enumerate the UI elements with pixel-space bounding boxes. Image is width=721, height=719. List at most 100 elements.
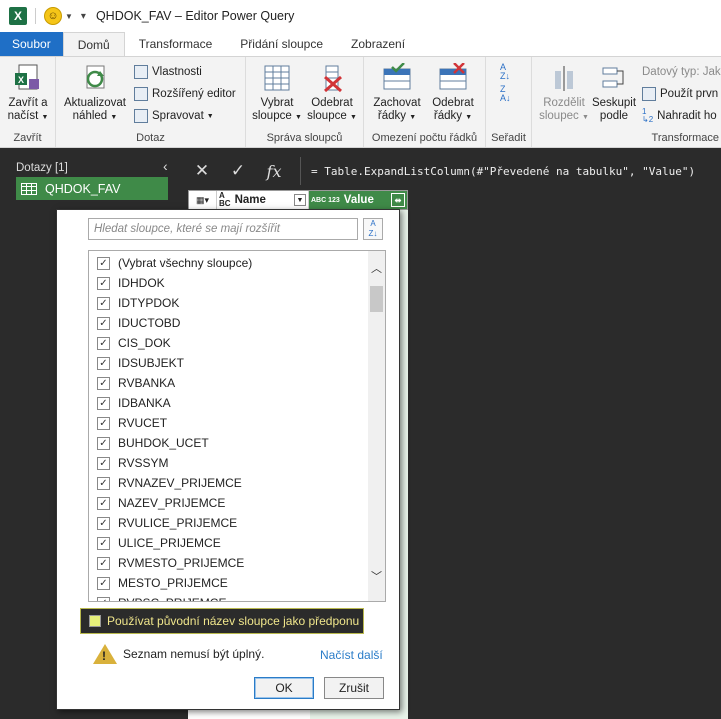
column-checkbox[interactable]: ✓ (97, 476, 110, 490)
replace-values-button[interactable]: 1 ↳2 Nahradit ho (642, 107, 717, 125)
column-checkbox[interactable]: ✓ (97, 276, 110, 290)
manage-button[interactable]: Spravovat ▼ (134, 107, 214, 125)
use-prefix-option[interactable]: Používat původní název sloupce jako před… (80, 608, 364, 634)
table-icon (21, 182, 37, 195)
title-bar: X ☺ ▼ ▾ QHDOK_FAV – Editor Power Query (0, 0, 721, 32)
close-and-load-line1: Zavřít a (8, 97, 48, 109)
tab-add-column[interactable]: Přidání sloupce (226, 32, 337, 56)
use-prefix-checkbox[interactable] (89, 615, 101, 627)
column-checkbox[interactable]: ✓ (97, 516, 110, 530)
keep-rows-button[interactable]: Zachovat řádky ▼ (370, 62, 424, 124)
collapse-pane-icon[interactable]: ‹ (163, 158, 168, 174)
refresh-preview-button[interactable]: Aktualizovat náhled ▼ (62, 63, 128, 124)
column-checkbox[interactable]: ✓ (97, 496, 110, 510)
expand-column-icon[interactable]: ⇹ (391, 193, 405, 207)
column-checkbox[interactable]: ✓ (97, 536, 110, 550)
table-menu-icon[interactable]: ▦▾ (189, 191, 217, 209)
column-list-item[interactable]: ✓ RVMESTO_PRIJEMCE (97, 553, 244, 573)
column-checkbox[interactable]: ✓ (97, 396, 110, 410)
column-checkbox[interactable]: ✓ (97, 356, 110, 370)
sort-descending-icon[interactable]: Z A↓ (500, 85, 511, 103)
close-and-load-dropdown-icon: ▼ (41, 114, 49, 121)
cancel-formula-icon[interactable]: ✕ (184, 161, 220, 181)
scroll-thumb[interactable] (370, 286, 383, 312)
column-list-item-label: (Vybrat všechny sloupce) (118, 256, 253, 270)
close-and-load-button[interactable]: X Zavřít a načíst ▼ (4, 63, 52, 124)
column-header-value[interactable]: ABC 123 Value ⇹ (309, 191, 407, 209)
column-list-item[interactable]: ✓ RVPSC_PRIJEMCE (97, 593, 226, 601)
grid-header: ▦▾ A BC Name ▼ ABC 123 Value ⇹ (188, 190, 408, 210)
list-scrollbar[interactable]: ︿ ﹀ (368, 251, 385, 601)
column-list-item[interactable]: ✓ ULICE_PRIJEMCE (97, 533, 221, 553)
feedback-smiley-icon[interactable]: ☺ (44, 7, 62, 25)
column-list-item[interactable]: ✓ RVBANKA (97, 373, 175, 393)
scroll-up-icon[interactable]: ︿ (368, 261, 385, 278)
sort-az-icon[interactable]: A Z↓ (363, 218, 383, 240)
column-checkbox[interactable]: ✓ (97, 416, 110, 430)
column-list-item[interactable]: ✓ RVNAZEV_PRIJEMCE (97, 473, 242, 493)
data-type-dropdown[interactable]: Datový typ: Jaké (642, 63, 721, 81)
column-filter-dropdown-icon[interactable]: ▼ (294, 194, 306, 206)
quick-access-customize-icon[interactable]: ▾ (81, 11, 86, 22)
choose-columns-button[interactable]: Vybrat sloupce ▼ (252, 63, 302, 124)
sort-ascending-icon[interactable]: A Z↓ (500, 63, 510, 81)
column-list-item[interactable]: ✓ IDHDOK (97, 273, 165, 293)
column-checkbox[interactable]: ✓ (97, 256, 110, 270)
column-list-item[interactable]: ✓ RVUCET (97, 413, 167, 433)
column-list-item[interactable]: ✓ BUHDOK_UCET (97, 433, 209, 453)
use-first-row-icon (642, 87, 656, 101)
incomplete-list-warning: ! Seznam nemusí být úplný. (93, 644, 264, 664)
column-list-item[interactable]: ✓ IDTYPDOK (97, 293, 179, 313)
column-checkbox[interactable]: ✓ (97, 376, 110, 390)
column-name-label: Name (234, 194, 266, 206)
column-header-name[interactable]: A BC Name ▼ (217, 191, 309, 209)
column-list-item[interactable]: ✓ IDUCTOBD (97, 313, 180, 333)
advanced-editor-button[interactable]: Rozšířený editor (134, 85, 236, 103)
formula-input[interactable]: = Table.ExpandListColumn(#"Převedené na … (300, 157, 721, 185)
column-list-item[interactable]: ✓ RVSSYM (97, 453, 168, 473)
tab-view[interactable]: Zobrazení (337, 32, 419, 56)
column-checkbox[interactable]: ✓ (97, 336, 110, 350)
column-checkbox[interactable]: ✓ (97, 296, 110, 310)
column-checkbox[interactable]: ✓ (97, 436, 110, 450)
column-list-item[interactable]: ✓ MESTO_PRIJEMCE (97, 573, 228, 593)
commit-formula-icon[interactable]: ✓ (220, 161, 256, 181)
column-list-item[interactable]: ✓ CIS_DOK (97, 333, 171, 353)
group-by-button[interactable]: Seskupit podle (590, 63, 638, 123)
column-checkbox[interactable]: ✓ (97, 316, 110, 330)
remove-rows-button[interactable]: Odebrat řádky ▼ (426, 62, 480, 124)
keep-rows-icon (382, 62, 412, 93)
tab-file[interactable]: Soubor (0, 32, 63, 56)
manage-label: Spravovat (152, 110, 204, 122)
ok-button[interactable]: OK (254, 677, 314, 699)
columns-list: ✓ (Vybrat všechny sloupce) ✓ IDHDOK ✓ IDTYPDO… (88, 250, 386, 602)
search-columns-input[interactable]: Hledat sloupce, které se mají rozšířit (88, 218, 358, 240)
query-item[interactable]: QHDOK_FAV (16, 177, 168, 200)
column-list-item[interactable]: ✓ NAZEV_PRIJEMCE (97, 493, 225, 513)
column-list-item[interactable]: ✓ RVULICE_PRIJEMCE (97, 513, 237, 533)
split-column-button[interactable]: Rozdělit sloupec ▼ (538, 63, 590, 124)
replace-values-label: Nahradit ho (657, 110, 717, 122)
column-list-item-label: IDSUBJEKT (118, 356, 185, 370)
cancel-button[interactable]: Zrušit (324, 677, 384, 699)
use-prefix-label: Používat původní název sloupce jako před… (107, 614, 360, 628)
column-checkbox[interactable]: ✓ (97, 576, 110, 590)
scroll-down-icon[interactable]: ﹀ (368, 569, 385, 586)
column-checkbox[interactable]: ✓ (97, 556, 110, 570)
tab-home[interactable]: Domů (62, 32, 125, 56)
remove-columns-button[interactable]: Odebrat sloupce ▼ (306, 63, 358, 124)
column-checkbox[interactable]: ✓ (97, 456, 110, 470)
column-checkbox[interactable]: ✓ (97, 596, 110, 601)
remove-rows-icon (438, 62, 468, 93)
group-by-line2: podle (599, 110, 629, 122)
fx-icon[interactable]: fx (256, 162, 292, 181)
smiley-dropdown-icon[interactable]: ▼ (65, 12, 73, 21)
column-list-item[interactable]: ✓ IDSUBJEKT (97, 353, 184, 373)
use-first-row-button[interactable]: Použít prvn (642, 85, 718, 103)
manage-columns-group-label: Správa sloupců (266, 132, 343, 144)
column-list-item[interactable]: ✓ (Vybrat všechny sloupce) (97, 253, 252, 273)
tab-transform[interactable]: Transformace (125, 32, 227, 56)
properties-button[interactable]: Vlastnosti (134, 63, 202, 81)
column-list-item[interactable]: ✓ IDBANKA (97, 393, 171, 413)
load-more-link[interactable]: Načíst další (320, 648, 383, 662)
